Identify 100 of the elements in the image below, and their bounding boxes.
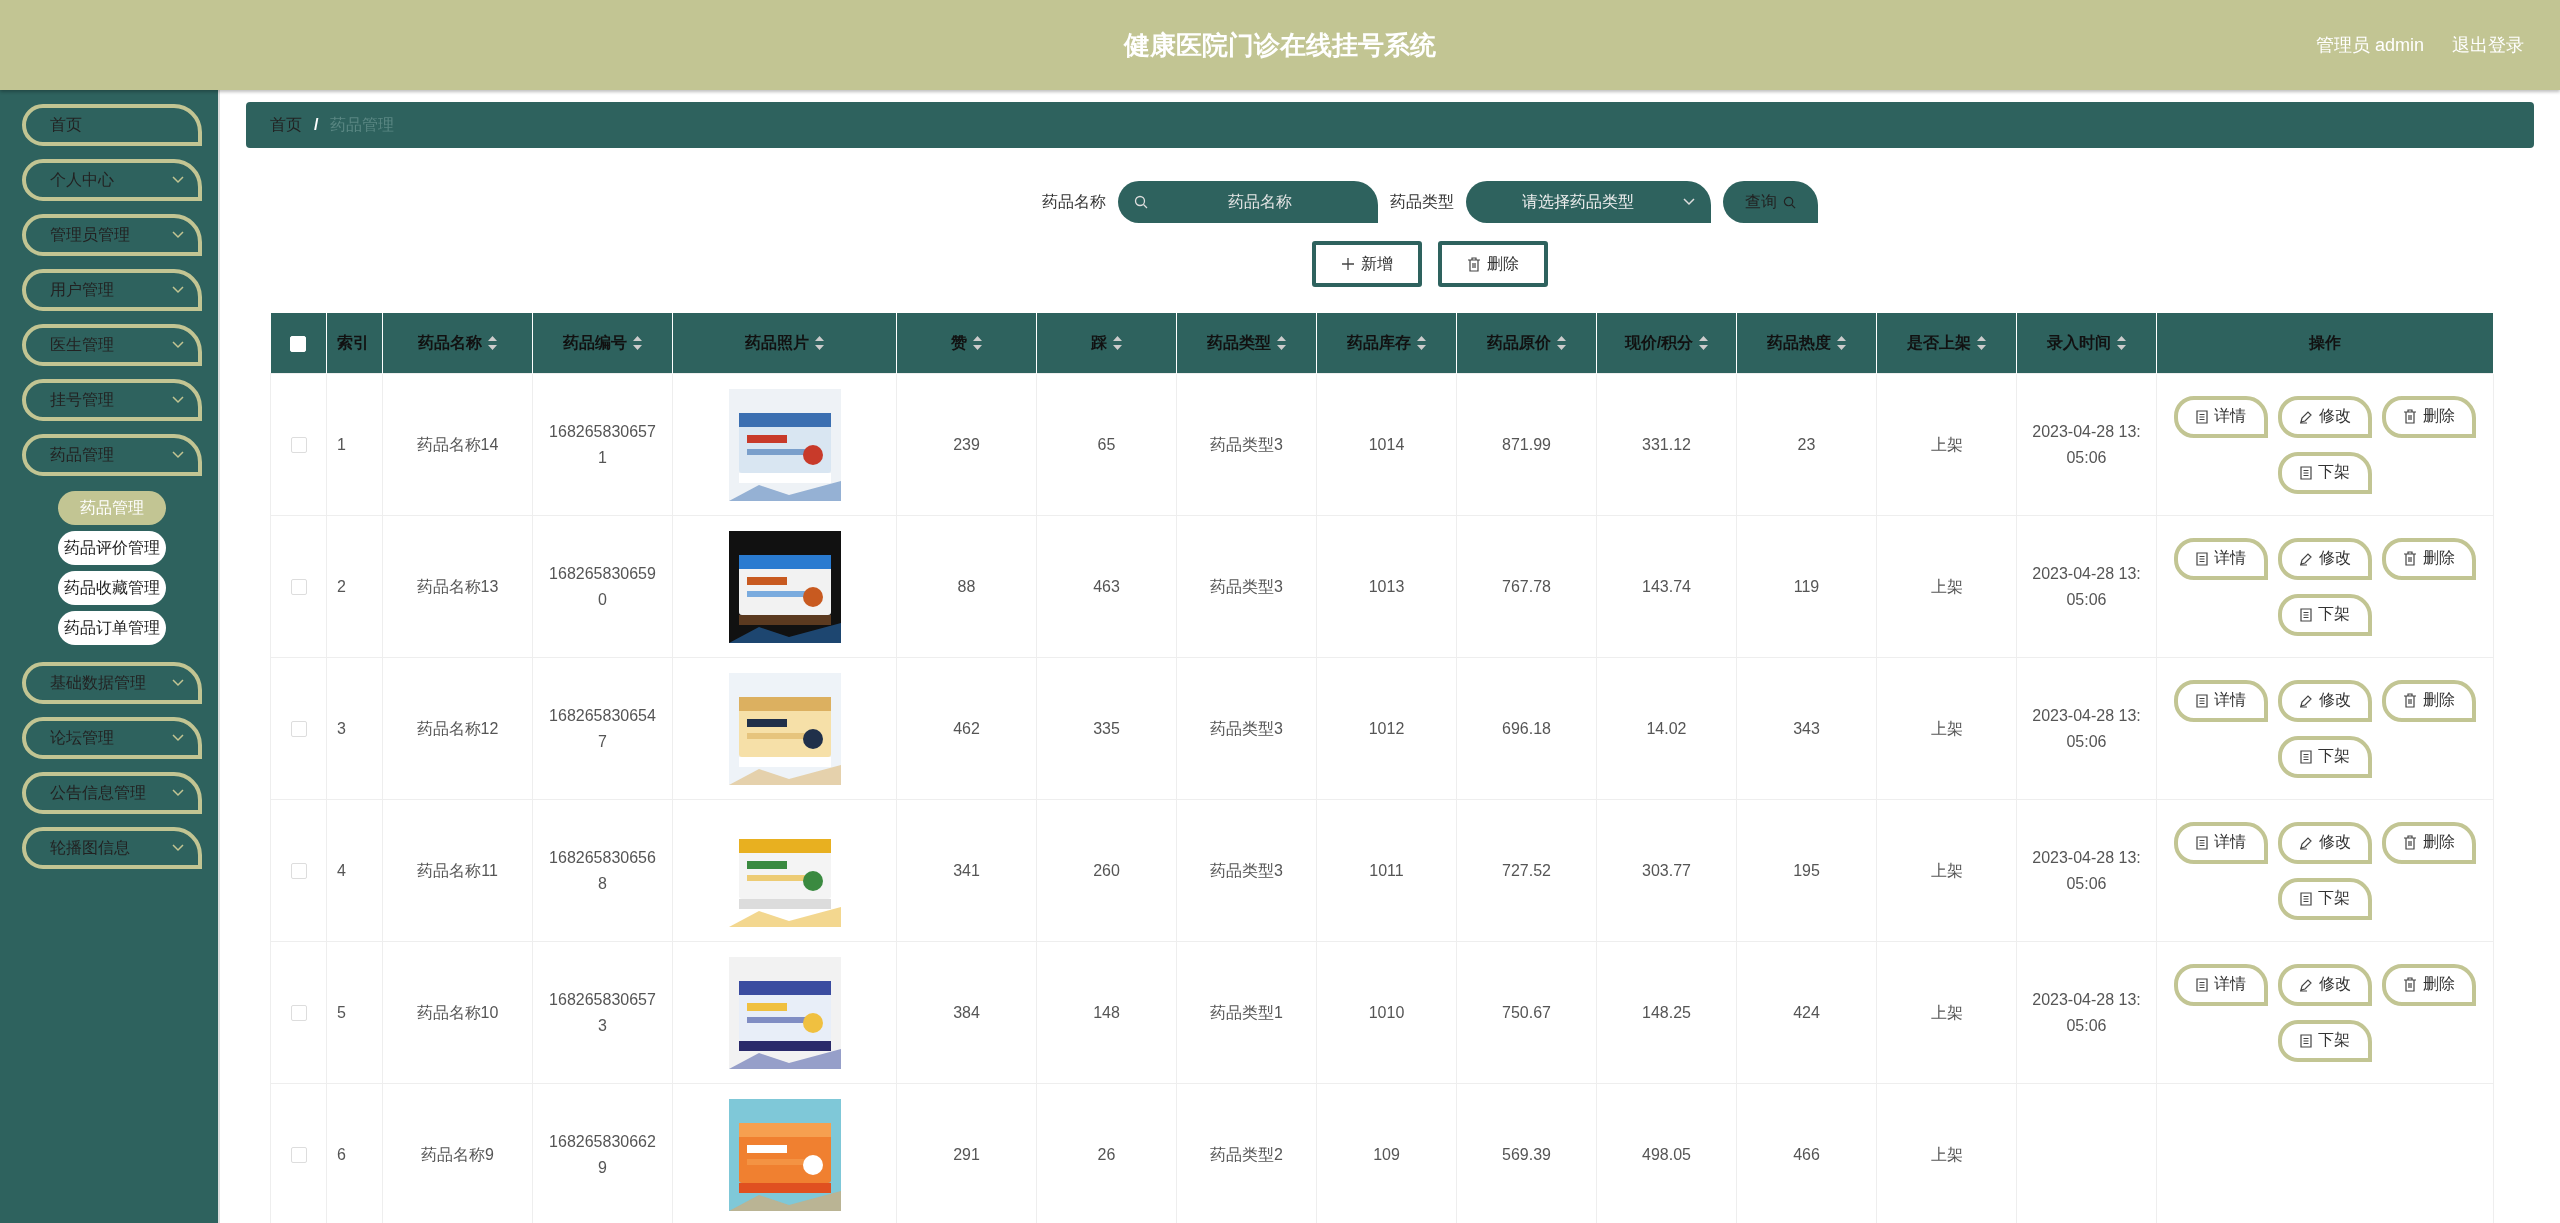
row-action-button[interactable]: 修改 [2278,395,2372,438]
name-search-field[interactable]: 药品名称 [1118,181,1378,223]
row-action-button[interactable]: 详情 [2174,395,2268,438]
column-header[interactable]: 药品原价 [1456,313,1597,374]
row-checkbox[interactable] [290,1147,307,1164]
type-select[interactable]: 请选择药品类型 [1466,181,1711,223]
sort-icon[interactable] [815,336,824,350]
query-button[interactable]: 查询 [1723,181,1818,223]
table-cell-text: 6 [337,1144,346,1165]
sidebar-item[interactable]: 首页 [22,104,202,146]
submenu-item[interactable]: 药品收藏管理 [58,571,166,605]
table-cell-text: 727.52 [1502,860,1551,881]
row-action-button[interactable]: 下架 [2278,1019,2372,1062]
column-header: 索引 [326,313,383,374]
table-cell-text: 1012 [1368,718,1405,739]
submenu-item[interactable]: 药品管理 [58,491,166,525]
row-checkbox[interactable] [290,437,307,454]
document-icon [2300,891,2312,906]
plus-icon [1341,257,1355,271]
table-cell-text: 2023-04-28 13:05:06 [2031,421,2142,468]
table-cell-text: 239 [953,434,980,455]
sidebar-item[interactable]: 公告信息管理 [22,772,202,814]
sort-icon[interactable] [1699,336,1709,350]
row-action-button[interactable]: 删除 [2382,963,2476,1006]
row-action-button[interactable]: 删除 [2382,821,2476,864]
sort-icon[interactable] [488,336,497,350]
submenu-item[interactable]: 药品订单管理 [58,611,166,645]
row-action-button[interactable]: 下架 [2278,593,2372,636]
table-cell-text: 14.02 [1646,718,1687,739]
column-header[interactable]: 药品名称 [382,313,533,374]
chevron-down-icon [172,176,184,184]
sidebar-item[interactable]: 用户管理 [22,269,202,311]
column-header[interactable]: 药品照片 [672,313,897,374]
row-action-button[interactable]: 详情 [2174,679,2268,722]
table-cell-text: 1682658306547 [548,705,657,752]
column-header[interactable]: 是否上架 [1876,313,2017,374]
table-cell-text: 上架 [1930,1002,1963,1023]
column-header[interactable]: 药品库存 [1316,313,1457,374]
chevron-down-icon [172,286,184,294]
table-cell-text: 1010 [1368,1002,1405,1023]
row-action-button[interactable]: 修改 [2278,821,2372,864]
column-header[interactable]: 药品热度 [1736,313,1877,374]
select-all-checkbox[interactable] [290,335,307,352]
sort-icon[interactable] [1977,336,1986,350]
sort-icon[interactable] [1557,336,1566,350]
user-label: 管理员 admin [2315,34,2424,57]
row-action-button[interactable]: 下架 [2278,735,2372,778]
breadcrumb-item[interactable]: 首页 [270,114,302,136]
table-cell-text: 26 [1097,1144,1116,1165]
table-cell-text: 303.77 [1642,860,1691,881]
sort-icon[interactable] [1113,336,1122,350]
sort-icon[interactable] [1837,336,1846,350]
add-button[interactable]: 新增 [1312,241,1422,287]
trash-icon [2403,551,2417,566]
sort-icon[interactable] [2117,336,2126,350]
submenu-item[interactable]: 药品评价管理 [58,531,166,565]
sidebar-item[interactable]: 论坛管理 [22,717,202,759]
delete-button[interactable]: 删除 [1438,241,1548,287]
row-action-button[interactable]: 详情 [2174,821,2268,864]
table-cell-text: 药品名称9 [421,1144,494,1165]
row-checkbox[interactable] [290,863,307,880]
column-header[interactable]: 赞 [896,313,1037,374]
trash-icon [2403,693,2417,708]
row-action-button[interactable]: 删除 [2382,395,2476,438]
sidebar-item[interactable]: 医生管理 [22,324,202,366]
row-action-button[interactable]: 下架 [2278,451,2372,494]
sidebar-item[interactable]: 个人中心 [22,159,202,201]
row-action-button[interactable]: 下架 [2278,877,2372,920]
column-header[interactable]: 录入时间 [2016,313,2157,374]
table-cell-text: 药品名称14 [416,434,499,455]
column-header[interactable]: 药品编号 [532,313,673,374]
sidebar-item[interactable]: 管理员管理 [22,214,202,256]
row-action-button[interactable]: 删除 [2382,679,2476,722]
sidebar-item[interactable]: 药品管理 [22,434,202,476]
logout-link[interactable]: 退出登录 [2452,33,2524,57]
column-header: 操作 [2156,313,2494,374]
column-header[interactable]: 踩 [1036,313,1177,374]
sort-icon[interactable] [633,336,642,350]
column-header[interactable]: 现价/积分 [1596,313,1737,374]
row-action-button[interactable]: 详情 [2174,963,2268,1006]
table-cell-text: 1011 [1369,860,1404,881]
sidebar-item[interactable]: 轮播图信息 [22,827,202,869]
sort-icon[interactable] [1417,336,1426,350]
search-icon [1134,195,1148,209]
sort-icon[interactable] [1277,336,1286,350]
row-action-button[interactable]: 删除 [2382,537,2476,580]
table-cell-text: 148 [1093,1002,1120,1023]
row-checkbox[interactable] [290,721,307,738]
row-action-button[interactable]: 修改 [2278,537,2372,580]
row-action-button[interactable]: 修改 [2278,679,2372,722]
sidebar-item[interactable]: 基础数据管理 [22,662,202,704]
row-checkbox[interactable] [290,579,307,596]
column-header[interactable]: 药品类型 [1176,313,1317,374]
row-checkbox[interactable] [290,1005,307,1022]
document-icon [2196,835,2208,850]
chevron-down-icon [172,789,184,797]
sidebar-item[interactable]: 挂号管理 [22,379,202,421]
row-action-button[interactable]: 修改 [2278,963,2372,1006]
row-action-button[interactable]: 详情 [2174,537,2268,580]
sort-icon[interactable] [973,336,982,350]
